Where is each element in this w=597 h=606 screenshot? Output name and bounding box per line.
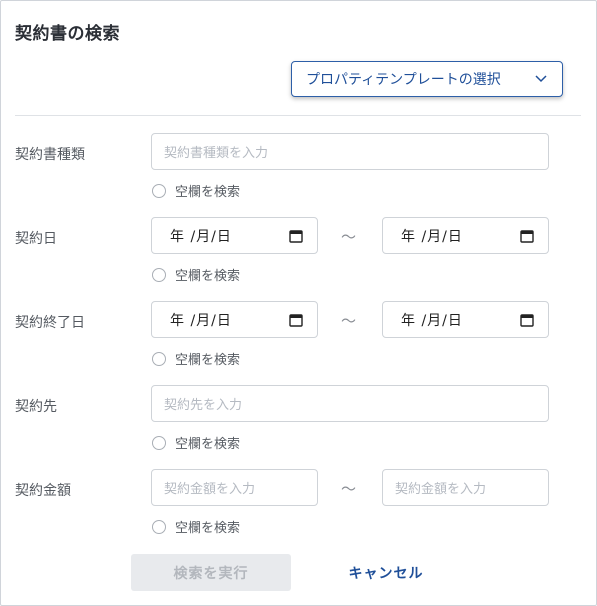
range-separator: ～: [341, 312, 357, 330]
calendar-icon[interactable]: [289, 313, 303, 327]
contract-date-blank-option[interactable]: 空欄を検索: [152, 265, 240, 284]
property-template-label: プロパティテンプレートの選択: [306, 72, 501, 88]
contract-amount-blank-option[interactable]: 空欄を検索: [152, 517, 240, 536]
contract-date-to-input[interactable]: 年 /月/日: [382, 217, 549, 254]
blank-search-label: 空欄を検索: [175, 437, 241, 452]
contract-end-date-from-value: 年 /月/日: [170, 312, 232, 329]
radio-icon[interactable]: [152, 519, 166, 534]
radio-icon[interactable]: [152, 183, 166, 198]
calendar-icon[interactable]: [520, 313, 534, 327]
contract-amount-from-input[interactable]: 契約金額を入力: [151, 469, 318, 506]
contract-amount-label: 契約金額: [15, 483, 71, 499]
chevron-down-icon: [535, 75, 547, 83]
blank-search-label: 空欄を検索: [175, 353, 241, 368]
contract-party-label: 契約先: [15, 399, 57, 415]
contract-type-placeholder: 契約書種類を入力: [164, 146, 269, 161]
search-panel: 契約書の検索 プロパティテンプレートの選択 契約書種類 契約書種類を入力 空欄を…: [0, 0, 597, 606]
contract-date-to-value: 年 /月/日: [401, 228, 463, 245]
contract-date-label: 契約日: [15, 231, 57, 247]
contract-type-label: 契約書種類: [15, 147, 85, 163]
contract-date-from-value: 年 /月/日: [170, 228, 232, 245]
page-title: 契約書の検索: [15, 24, 120, 44]
contract-party-input[interactable]: 契約先を入力: [151, 385, 549, 422]
blank-search-label: 空欄を検索: [175, 269, 241, 284]
blank-search-label: 空欄を検索: [175, 521, 241, 536]
contract-date-from-input[interactable]: 年 /月/日: [151, 217, 318, 254]
contract-end-date-to-value: 年 /月/日: [401, 312, 463, 329]
range-separator: ～: [341, 480, 357, 498]
blank-search-label: 空欄を検索: [175, 185, 241, 200]
radio-icon[interactable]: [152, 267, 166, 282]
property-template-button[interactable]: プロパティテンプレートの選択: [291, 61, 563, 97]
contract-type-input[interactable]: 契約書種類を入力: [151, 133, 549, 170]
contract-amount-to-placeholder: 契約金額を入力: [395, 482, 487, 497]
range-separator: ～: [341, 228, 357, 246]
contract-amount-from-placeholder: 契約金額を入力: [164, 482, 256, 497]
contract-end-date-to-input[interactable]: 年 /月/日: [382, 301, 549, 338]
radio-icon[interactable]: [152, 435, 166, 450]
contract-party-placeholder: 契約先を入力: [164, 398, 243, 413]
contract-party-blank-option[interactable]: 空欄を検索: [152, 433, 240, 452]
cancel-button[interactable]: キャンセル: [331, 554, 441, 591]
divider: [15, 115, 581, 116]
contract-amount-to-input[interactable]: 契約金額を入力: [382, 469, 549, 506]
calendar-icon[interactable]: [520, 229, 534, 243]
calendar-icon[interactable]: [289, 229, 303, 243]
execute-search-button[interactable]: 検索を実行: [131, 554, 291, 591]
contract-end-date-from-input[interactable]: 年 /月/日: [151, 301, 318, 338]
contract-end-date-label: 契約終了日: [15, 315, 85, 331]
contract-end-date-blank-option[interactable]: 空欄を検索: [152, 349, 240, 368]
radio-icon[interactable]: [152, 351, 166, 366]
contract-type-blank-option[interactable]: 空欄を検索: [152, 181, 240, 200]
